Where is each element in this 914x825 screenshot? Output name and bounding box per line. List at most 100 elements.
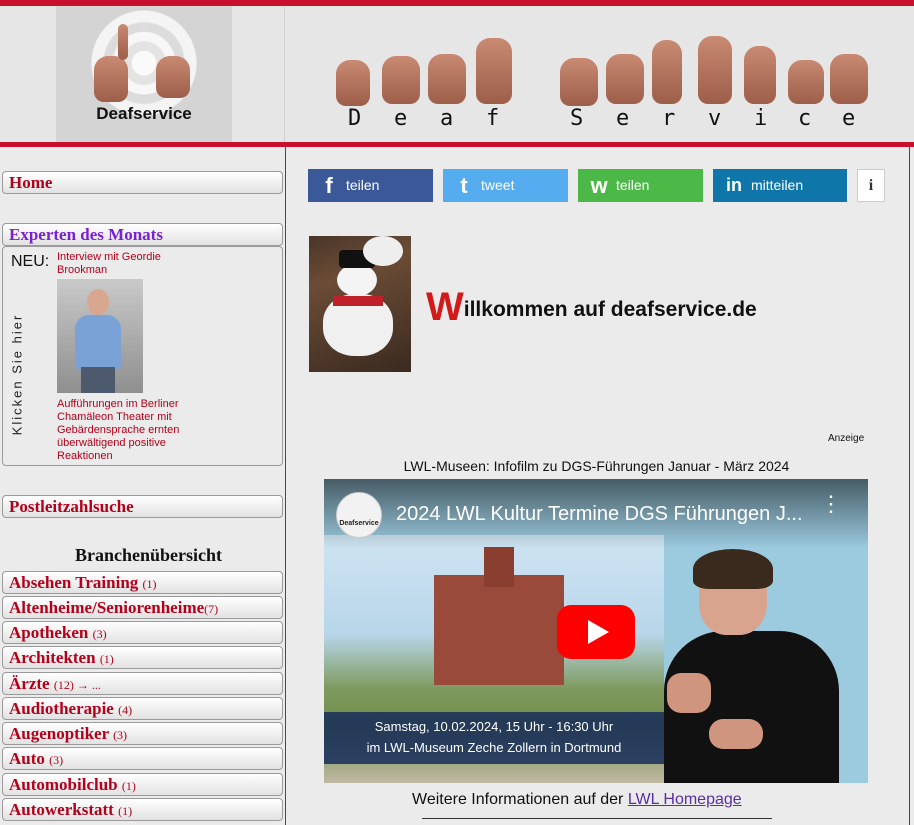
info-button[interactable]: i: [857, 169, 885, 202]
category-label: Audiotherapie: [9, 699, 114, 718]
category-item[interactable]: Audiotherapie (4): [2, 697, 283, 720]
banner-letter: S: [570, 106, 584, 131]
horizontal-rule: [422, 818, 772, 819]
category-item[interactable]: Automobilclub (1): [2, 773, 283, 796]
sidebar-item-experten[interactable]: Experten des Monats: [2, 223, 283, 246]
banner-hands: [330, 32, 870, 106]
klicken-sie-hier[interactable]: Klicken Sie hier: [7, 297, 29, 457]
logo-hand-left: [94, 56, 128, 102]
sign-hand-e: [382, 56, 420, 104]
more-options-icon[interactable]: ⋮: [820, 493, 842, 515]
whatsapp-share-button[interactable]: w teilen: [578, 169, 703, 202]
category-label: Auto: [9, 749, 45, 768]
header-divider: [284, 6, 285, 144]
twitter-share-button[interactable]: t tweet: [443, 169, 568, 202]
sign-hand-i: [744, 46, 776, 104]
facebook-share-button[interactable]: f teilen: [308, 169, 433, 202]
linkedin-share-label: mitteilen: [751, 177, 804, 193]
linkedin-share-button[interactable]: in mitteilen: [713, 169, 847, 202]
site-logo[interactable]: Deafservice: [56, 6, 232, 142]
category-item[interactable]: Architekten (1): [2, 646, 283, 669]
category-item[interactable]: Apotheken (3): [2, 621, 283, 644]
play-button-icon[interactable]: [557, 605, 635, 659]
video-caption: Samstag, 10.02.2024, 15 Uhr - 16:30 Uhr …: [324, 712, 664, 764]
video-title: LWL-Museen: Infofilm zu DGS-Führungen Ja…: [403, 458, 790, 474]
deaf-service-banner: D e a f S e r v i c e: [330, 32, 870, 132]
news-link[interactable]: Aufführungen im Berliner Chamäleon Theat…: [57, 398, 217, 463]
interpreter-hand-left: [667, 673, 711, 713]
more-info-text: Weitere Informationen auf der: [412, 791, 628, 808]
category-count: (7): [204, 602, 219, 616]
category-count: (4): [118, 703, 133, 717]
whatsapp-share-label: teilen: [616, 177, 650, 193]
main-content: f teilen t tweet w teilen in mitteilen i…: [286, 147, 909, 825]
sign-hand-c: [788, 60, 824, 104]
welcome-heading: Willkommen auf deafservice.de: [426, 285, 757, 330]
lwl-homepage-link[interactable]: LWL Homepage: [628, 791, 742, 808]
welcome-text: illkommen auf deafservice.de: [463, 298, 757, 321]
neu-label: NEU:: [11, 253, 50, 270]
category-item[interactable]: Augenoptiker (3): [2, 722, 283, 745]
facebook-icon: f: [325, 173, 333, 198]
thumbnail-tower: [484, 547, 514, 587]
sign-language-interpreter: [639, 549, 868, 783]
expert-photo-trousers: [81, 367, 115, 393]
category-item[interactable]: Altenheime/Seniorenheime(7): [2, 596, 283, 619]
category-count: (3): [113, 728, 128, 742]
expert-photo[interactable]: [57, 279, 143, 393]
channel-avatar[interactable]: Deafservice: [336, 492, 382, 538]
category-label: Apotheken: [9, 623, 89, 642]
more-info-line: Weitere Informationen auf der LWL Homepa…: [412, 791, 742, 809]
facebook-share-label: teilen: [346, 177, 380, 193]
category-label: Automobilclub: [9, 775, 118, 794]
banner-letter: f: [486, 106, 500, 131]
ad-label: Anzeige: [828, 433, 865, 444]
logo-hand-finger: [118, 24, 128, 60]
branchen-title: Branchenübersicht: [74, 545, 222, 565]
video-heading[interactable]: 2024 LWL Kultur Termine DGS Führungen J.…: [396, 503, 803, 526]
category-count: (1): [142, 577, 157, 591]
category-label: Absehen Training: [9, 573, 139, 592]
snowman-head: [337, 264, 377, 296]
banner-letter: e: [394, 106, 408, 131]
category-item[interactable]: Autowerkstatt (1): [2, 798, 283, 821]
banner-letter: e: [842, 106, 856, 131]
snowman-image: [309, 236, 411, 372]
category-item[interactable]: Ärzte (12) → ...: [2, 672, 283, 695]
banner-letters: D e a f S e r v i c e: [330, 106, 870, 132]
caption-line-2: im LWL-Museum Zeche Zollern in Dortmund: [366, 740, 622, 755]
twitter-share-label: tweet: [481, 177, 515, 193]
sign-hand-d: [336, 60, 370, 106]
logo-text: Deafservice: [96, 104, 192, 123]
klicken-text: Klicken Sie hier: [9, 313, 25, 436]
interpreter-hair: [693, 549, 773, 589]
category-label: Architekten: [9, 648, 96, 667]
snowman2-head: [363, 236, 403, 266]
category-count: (1): [121, 779, 136, 793]
interview-link[interactable]: Interview mit Geordie Brookman: [57, 251, 207, 277]
experten-box[interactable]: NEU: Interview mit Geordie Brookman Klic…: [2, 246, 283, 466]
category-label: Augenoptiker: [9, 724, 109, 743]
banner-letter: D: [348, 106, 362, 131]
sign-hand-s: [560, 58, 598, 106]
youtube-video-embed[interactable]: Deafservice 2024 LWL Kultur Termine DGS …: [324, 479, 868, 783]
sign-hand-r: [652, 40, 682, 104]
category-item[interactable]: Auto (3): [2, 747, 283, 770]
banner-letter: i: [754, 106, 768, 131]
sidebar-item-home[interactable]: Home: [2, 171, 283, 194]
category-label: Autowerkstatt: [9, 800, 114, 819]
content-right-border: [909, 147, 910, 825]
banner-letter: a: [440, 106, 454, 131]
category-item[interactable]: Absehen Training (1): [2, 571, 283, 594]
expert-photo-shirt: [75, 315, 121, 369]
sign-hand-e3: [830, 54, 868, 104]
banner-letter: v: [708, 106, 722, 131]
sidebar-item-postleitzahlsuche[interactable]: Postleitzahlsuche: [2, 495, 283, 518]
category-count: (12) → ...: [53, 678, 101, 692]
twitter-icon: t: [460, 173, 468, 198]
welcome-initial: W: [426, 285, 464, 329]
category-count: (3): [92, 627, 107, 641]
sign-hand-v: [698, 36, 732, 104]
interpreter-hand-right: [709, 719, 763, 749]
banner-letter: r: [662, 106, 676, 131]
